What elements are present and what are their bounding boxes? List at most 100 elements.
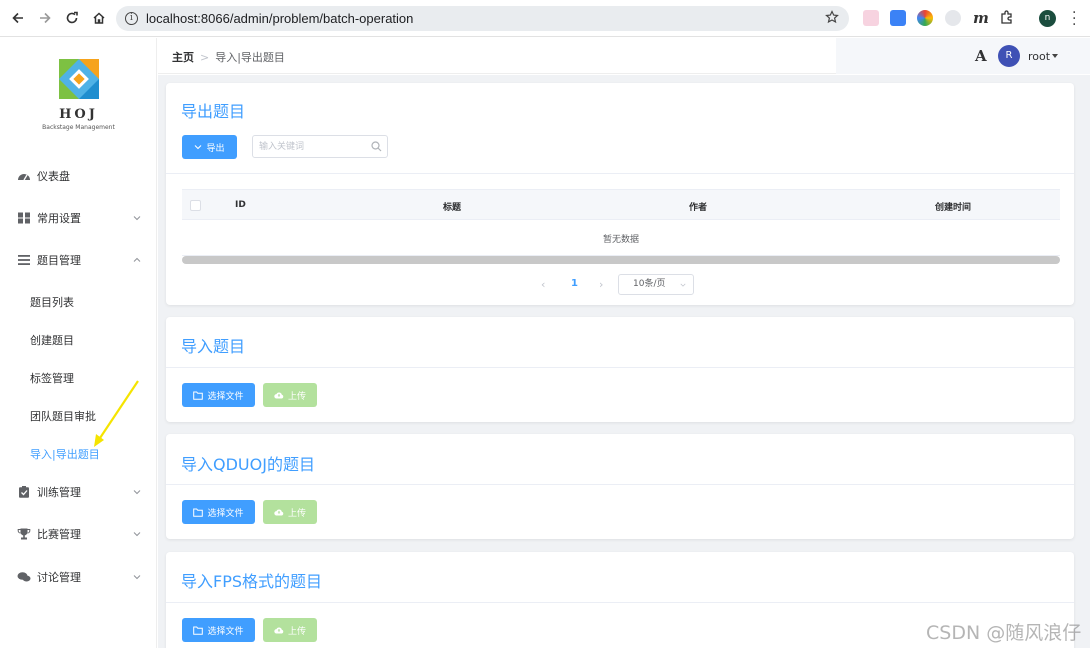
chevron-down-icon — [133, 575, 141, 580]
forward-icon[interactable] — [35, 8, 55, 28]
star-icon[interactable] — [825, 10, 839, 27]
sidebar-item-training[interactable]: 训练管理 — [0, 476, 157, 508]
profile-avatar[interactable]: n — [1039, 10, 1056, 27]
choose-file-label: 选择文件 — [207, 626, 244, 637]
divider — [166, 173, 1074, 174]
chat-icon — [17, 572, 31, 582]
horizontal-scrollbar[interactable] — [182, 256, 1060, 264]
column-header-author[interactable]: 作者 — [689, 200, 707, 213]
chevron-down-icon — [133, 216, 141, 221]
sidebar-item-discussions[interactable]: 讨论管理 — [0, 561, 157, 593]
card-title: 导入题目 — [181, 337, 246, 356]
sidebar-subitem-label: 创建题目 — [30, 334, 74, 347]
column-header-title[interactable]: 标题 — [443, 200, 461, 213]
chevron-up-icon — [133, 257, 141, 262]
upload-label: 上传 — [287, 391, 306, 402]
divider — [166, 484, 1074, 485]
cloud-upload-icon — [274, 509, 284, 516]
search-input[interactable] — [259, 136, 369, 157]
home-icon[interactable] — [89, 8, 109, 28]
choose-file-button[interactable]: 选择文件 — [182, 618, 255, 642]
trophy-icon — [17, 528, 31, 540]
kebab-menu-icon[interactable]: · · · — [1072, 6, 1076, 32]
extension-m-icon[interactable]: m — [973, 9, 989, 27]
breadcrumb: 主页 > 导入|导出题目 — [172, 49, 285, 65]
sidebar-item-label: 仪表盘 — [37, 170, 70, 183]
folder-icon — [193, 508, 204, 517]
logo-text: HOJ — [59, 107, 98, 122]
sidebar-item-problems[interactable]: 题目管理 — [0, 244, 157, 276]
import-card: 导入题目 选择文件 上传 — [166, 317, 1074, 422]
watermark: CSDN @随风浪仔 — [926, 622, 1082, 644]
username[interactable]: root — [1028, 50, 1050, 63]
hoj-logo-icon — [59, 59, 99, 99]
back-icon[interactable] — [8, 8, 28, 28]
breadcrumb-current: 导入|导出题目 — [215, 51, 285, 64]
export-button[interactable]: 导出 — [182, 135, 237, 159]
pagination: ‹ 1 › 10条/页 — [536, 274, 706, 296]
extension-icon[interactable] — [945, 10, 961, 26]
avatar[interactable]: R — [998, 45, 1020, 67]
empty-text: 暂无数据 — [602, 235, 639, 245]
font-size-toggle[interactable]: A — [975, 47, 987, 65]
choose-file-button[interactable]: 选择文件 — [182, 500, 255, 524]
chevron-down-icon — [133, 490, 141, 495]
sidebar-item-label: 比赛管理 — [37, 528, 81, 541]
prev-page-icon[interactable]: ‹ — [541, 278, 545, 291]
sidebar-subitem-label: 团队题目审批 — [30, 410, 96, 423]
upload-button[interactable]: 上传 — [263, 500, 317, 524]
export-button-label: 导出 — [206, 143, 225, 154]
clipboard-icon — [19, 486, 29, 498]
reload-icon[interactable] — [62, 8, 82, 28]
annotation-arrow-icon — [94, 380, 139, 447]
column-header-created[interactable]: 创建时间 — [935, 200, 971, 213]
chevron-down-icon — [680, 283, 686, 287]
card-title: 导出题目 — [181, 102, 246, 121]
list-icon — [18, 255, 30, 265]
card-title: 导入QDUOJ的题目 — [181, 455, 315, 474]
choose-file-label: 选择文件 — [207, 391, 244, 402]
page-number[interactable]: 1 — [571, 278, 578, 289]
top-bar: 主页 > 导入|导出题目 A R root — [158, 38, 1090, 74]
next-page-icon[interactable]: › — [599, 278, 603, 291]
export-card: 导出题目 导出 ID 标题 作者 创建时间 暂无数据 ‹ 1 — [166, 83, 1074, 305]
search-icon[interactable] — [371, 141, 382, 152]
sidebar-item-dashboard[interactable]: 仪表盘 — [0, 160, 157, 192]
divider — [166, 602, 1074, 603]
table-header: ID 标题 作者 创建时间 — [182, 189, 1060, 220]
sidebar-subitem-problem-list[interactable]: 题目列表 — [0, 285, 157, 317]
page-size-select[interactable]: 10条/页 — [618, 274, 694, 295]
search-box — [252, 135, 388, 158]
select-all-checkbox[interactable] — [190, 200, 201, 211]
page-size-label: 10条/页 — [633, 279, 666, 289]
divider — [166, 367, 1074, 368]
choose-file-button[interactable]: 选择文件 — [182, 383, 255, 407]
extension-icon[interactable] — [863, 10, 879, 26]
sidebar-item-label: 训练管理 — [37, 486, 81, 499]
sidebar-subitem-create-problem[interactable]: 创建题目 — [0, 323, 157, 355]
sidebar-subitem-label: 标签管理 — [30, 372, 74, 385]
url-text[interactable]: localhost:8066/admin/problem/batch-opera… — [146, 11, 413, 26]
breadcrumb-separator-icon: > — [200, 51, 210, 64]
puzzle-icon[interactable] — [999, 10, 1014, 28]
dashboard-icon — [18, 174, 30, 181]
folder-icon — [193, 391, 204, 400]
upload-button[interactable]: 上传 — [263, 618, 317, 642]
address-bar[interactable]: i localhost:8066/admin/problem/batch-ope… — [116, 6, 849, 31]
upload-button[interactable]: 上传 — [263, 383, 317, 407]
empty-row: 暂无数据 — [182, 220, 1060, 256]
column-header-id[interactable]: ID — [235, 200, 246, 210]
upload-label: 上传 — [287, 626, 306, 637]
extension-icon[interactable] — [890, 10, 906, 26]
caret-down-icon[interactable] — [1052, 54, 1058, 58]
logo-subtitle: Backstage Management — [42, 124, 115, 131]
breadcrumb-home[interactable]: 主页 — [172, 51, 194, 64]
extension-icon[interactable] — [917, 10, 933, 26]
chevron-down-icon — [133, 532, 141, 537]
sidebar-item-label: 常用设置 — [37, 212, 81, 225]
sidebar-item-contests[interactable]: 比赛管理 — [0, 518, 157, 550]
chevron-down-icon — [195, 145, 202, 150]
sidebar-item-settings[interactable]: 常用设置 — [0, 202, 157, 234]
card-title: 导入FPS格式的题目 — [181, 572, 323, 591]
info-icon[interactable]: i — [125, 12, 138, 25]
